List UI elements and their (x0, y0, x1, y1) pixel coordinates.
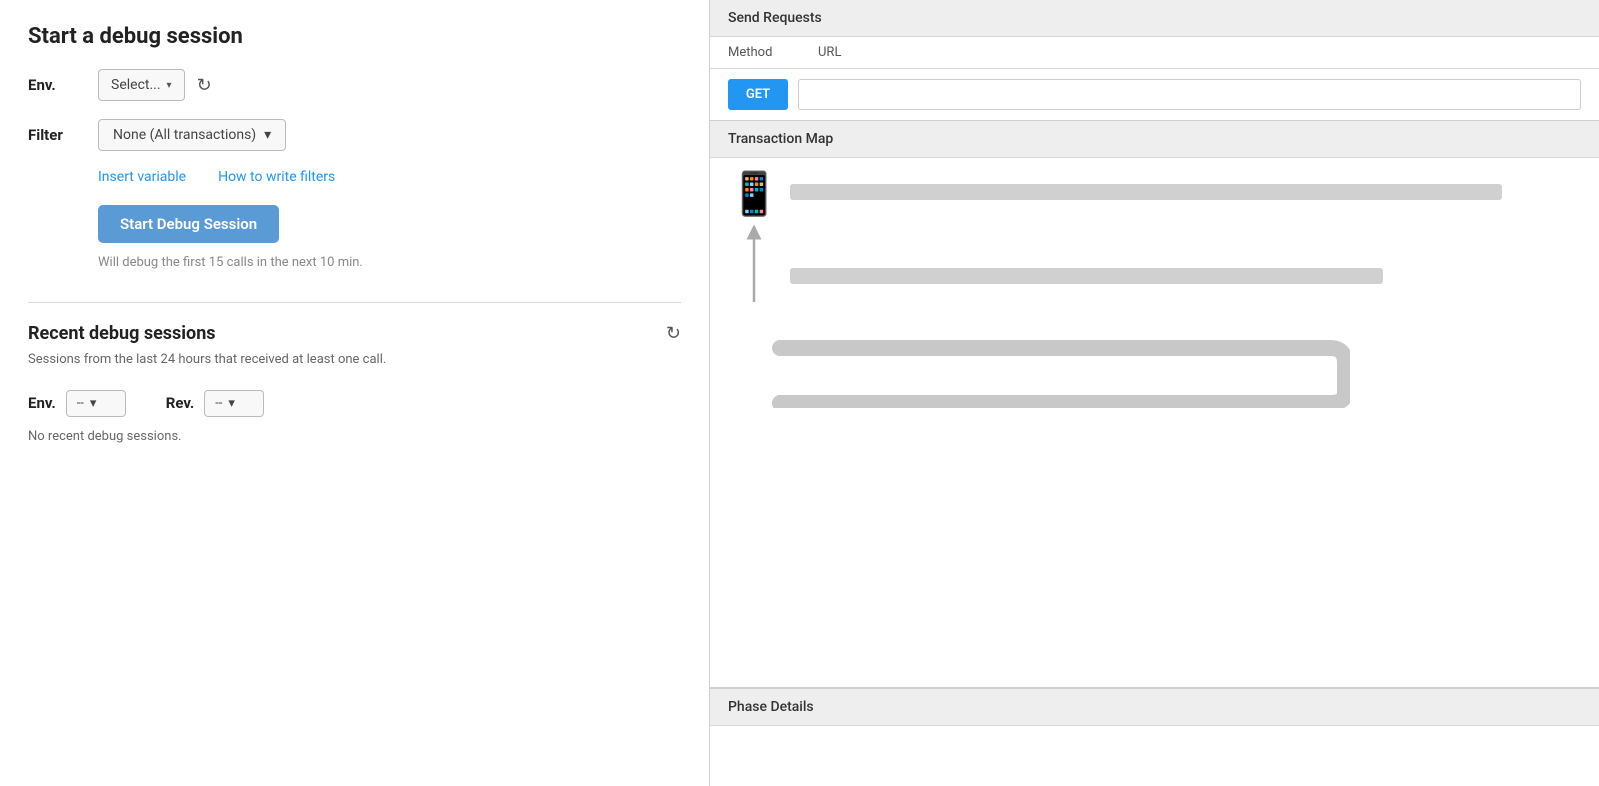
transaction-map-section: Transaction Map 📱 (710, 121, 1599, 688)
filter-row: Filter None (All transactions) ▾ (28, 119, 681, 151)
env-label2: Env. (28, 394, 56, 412)
rev-select[interactable]: -- ▾ (204, 390, 264, 417)
method-url-header-row: Method URL (710, 37, 1599, 69)
env-select2-value: -- (77, 396, 84, 411)
arrow-up-icon (740, 222, 768, 312)
start-debug-session-button[interactable]: Start Debug Session (98, 205, 279, 243)
url-column-header: URL (818, 45, 841, 60)
filter-chevron-icon: ▾ (264, 127, 271, 143)
insert-variable-link[interactable]: Insert variable (98, 169, 186, 185)
right-panel: Send Requests Method URL GET Transaction… (710, 0, 1599, 786)
rev-select-value: -- (215, 396, 222, 411)
send-requests-section: Send Requests Method URL GET (710, 0, 1599, 121)
method-url-input-row: GET (710, 69, 1599, 120)
links-row: Insert variable How to write filters (98, 169, 681, 185)
transaction-bar-1 (790, 184, 1502, 200)
env-select[interactable]: Select... ▾ (98, 69, 185, 101)
how-to-write-filters-link[interactable]: How to write filters (218, 169, 335, 185)
recent-sessions-title: Recent debug sessions (28, 323, 216, 344)
get-method-button[interactable]: GET (728, 79, 788, 110)
transaction-bar-2 (790, 268, 1383, 284)
debug-hint-text: Will debug the first 15 calls in the nex… (98, 255, 681, 270)
recent-debug-header: Recent debug sessions ↻ (28, 323, 681, 344)
filter-select-value: None (All transactions) (113, 127, 256, 143)
env-chevron-icon: ▾ (90, 396, 97, 411)
env-rev-row: Env. -- ▾ Rev. -- ▾ (28, 390, 681, 417)
phase-details-body (710, 726, 1599, 786)
env-select-value: Select... (111, 77, 161, 93)
url-input[interactable] (798, 79, 1581, 110)
env-row: Env. Select... ▾ ↻ (28, 69, 681, 101)
curve-arrow-area (710, 328, 1599, 422)
chevron-down-icon: ▾ (167, 80, 172, 91)
phone-icon: 📱 (728, 174, 780, 216)
rev-label: Rev. (166, 394, 194, 412)
section-divider (28, 302, 681, 303)
env-select2[interactable]: -- ▾ (66, 390, 126, 417)
env-refresh-icon[interactable]: ↻ (197, 75, 212, 96)
phase-details-section: Phase Details (710, 688, 1599, 786)
filter-select[interactable]: None (All transactions) ▾ (98, 119, 286, 151)
send-requests-header: Send Requests (710, 0, 1599, 37)
page-title: Start a debug session (28, 24, 681, 49)
method-column-header: Method (728, 45, 788, 60)
transaction-curve-svg (770, 328, 1350, 408)
phase-details-header: Phase Details (710, 689, 1599, 726)
no-sessions-text: No recent debug sessions. (28, 429, 681, 444)
recent-sessions-description: Sessions from the last 24 hours that rec… (28, 350, 681, 370)
rev-chevron-icon: ▾ (228, 396, 235, 411)
filter-label: Filter (28, 126, 98, 144)
phone-column: 📱 (728, 174, 780, 312)
transaction-map-body: 📱 (710, 158, 1599, 328)
env-label: Env. (28, 76, 98, 94)
left-panel: Start a debug session Env. Select... ▾ ↻… (0, 0, 710, 786)
recent-refresh-icon[interactable]: ↻ (666, 323, 681, 344)
transaction-lines (790, 174, 1581, 284)
transaction-map-header: Transaction Map (710, 121, 1599, 158)
